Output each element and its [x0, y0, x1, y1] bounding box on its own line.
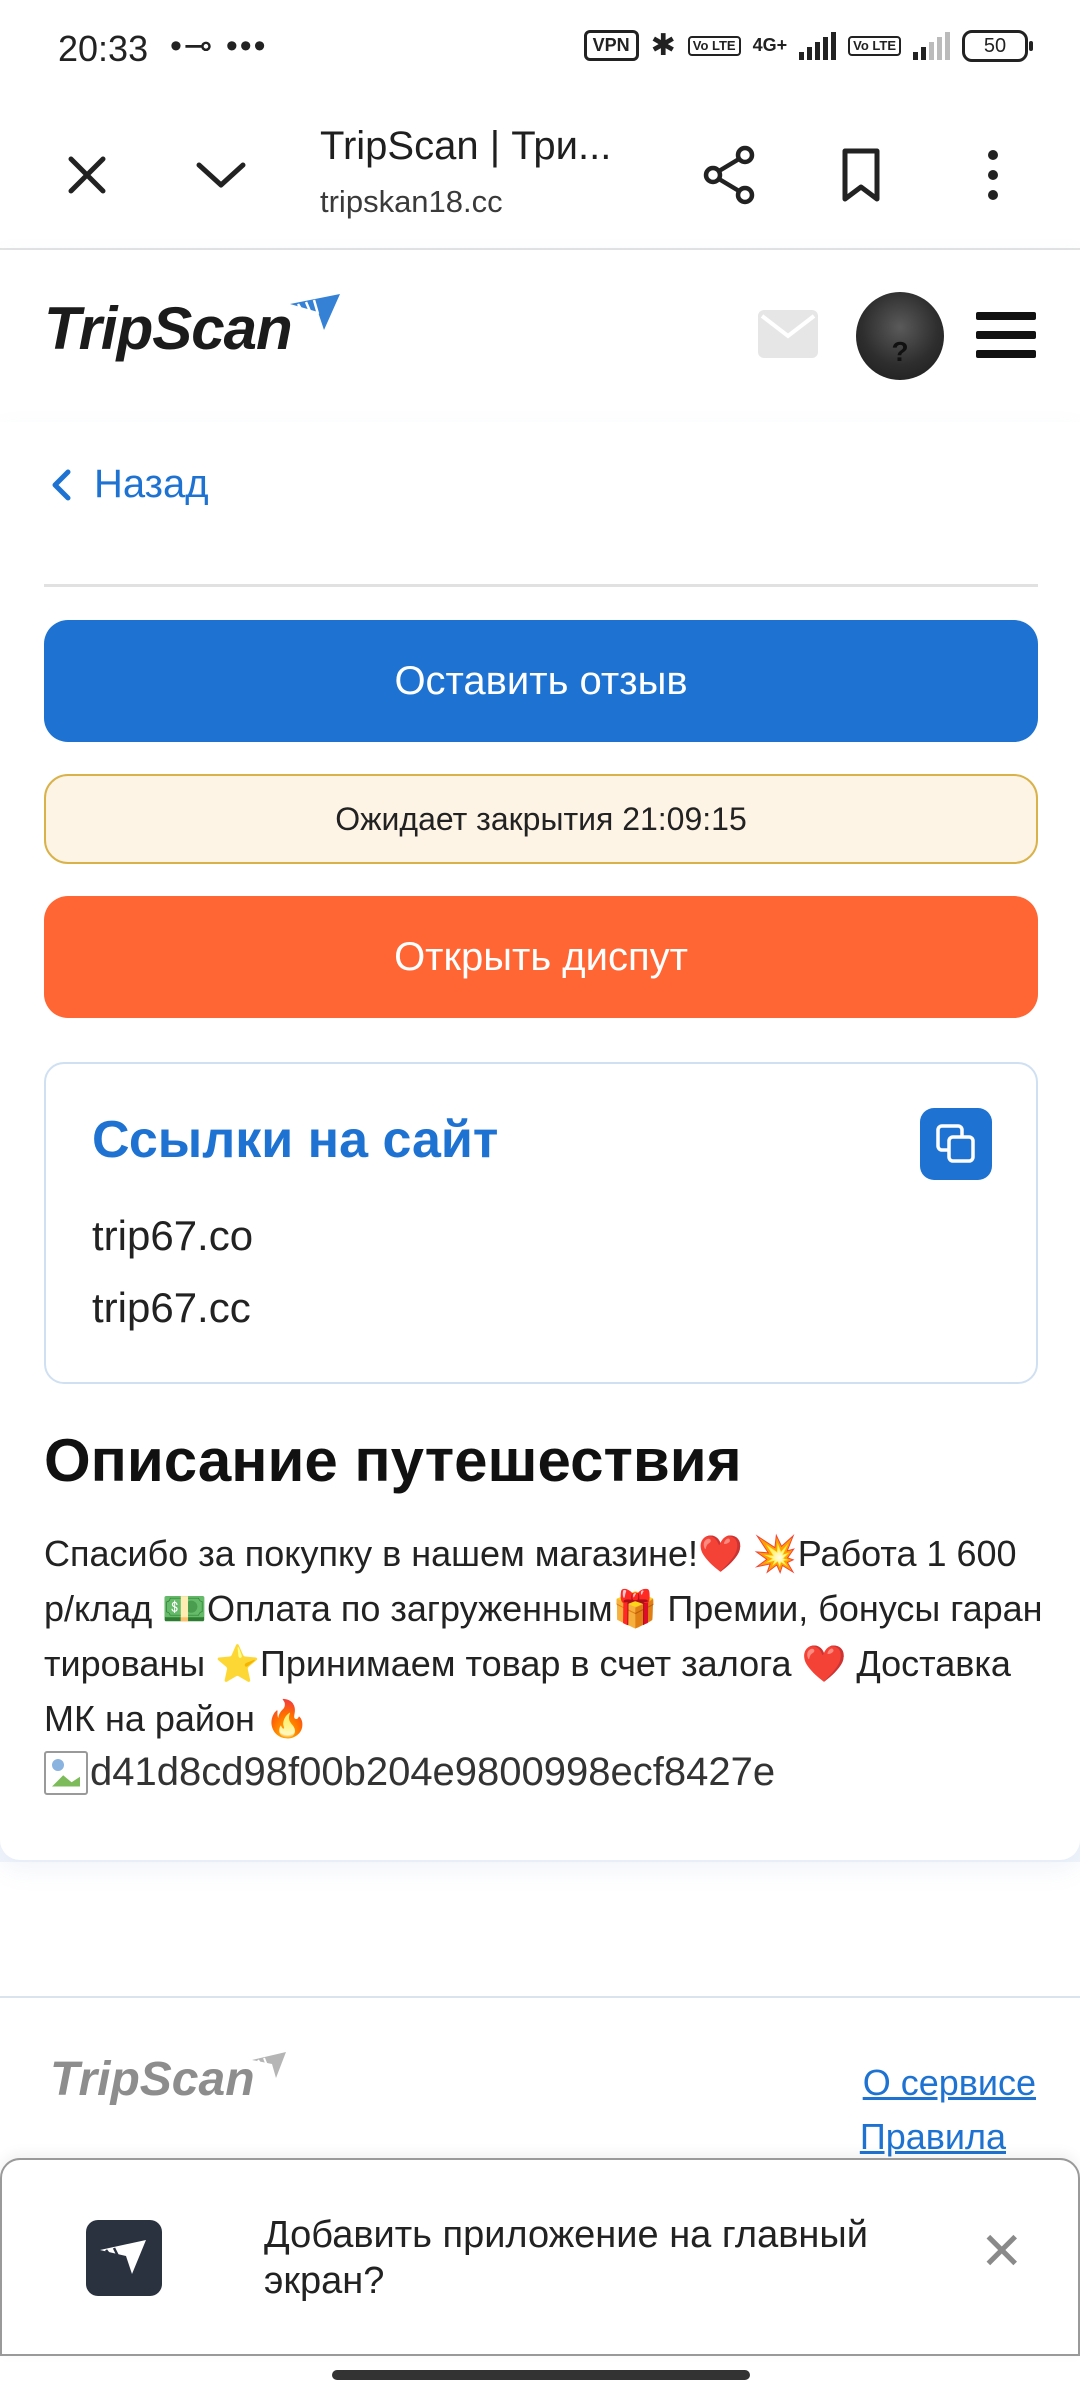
share-icon[interactable]: [694, 140, 764, 210]
site-header: TripScan ?: [0, 250, 1080, 422]
rules-link[interactable]: Правила: [860, 2116, 1006, 2158]
add-to-homescreen-text[interactable]: Добавить приложение на главный экран?: [264, 2212, 904, 2304]
network-type: 4G+: [752, 35, 788, 55]
avatar[interactable]: ?: [856, 292, 944, 380]
site-link-item[interactable]: trip67.cc: [92, 1284, 251, 1332]
page-url[interactable]: tripskan18.cc: [320, 184, 503, 220]
divider: [44, 584, 1038, 587]
about-service-link[interactable]: О сервисе: [863, 2062, 1036, 2104]
site-links-title: Ссылки на сайт: [92, 1111, 499, 1169]
leave-review-button[interactable]: Оставить отзыв: [44, 620, 1038, 742]
bookmark-icon[interactable]: [826, 140, 896, 210]
closing-timer-badge: Ожидает закрытия 21:09:15: [44, 774, 1038, 864]
footer-logo[interactable]: TripScan: [50, 2052, 255, 2107]
broken-image: d41d8cd98f00b204e9800998ecf8427e: [44, 1750, 775, 1795]
mail-icon[interactable]: [758, 310, 818, 358]
chevron-left-icon: [52, 469, 71, 500]
logo-wing-icon: [290, 294, 340, 330]
hamburger-menu-icon[interactable]: [976, 312, 1036, 369]
app-icon: [86, 2220, 162, 2296]
add-to-homescreen-banner: Добавить приложение на главный экран? ✕: [0, 2158, 1080, 2356]
broken-image-alt: d41d8cd98f00b204e9800998ecf8427e: [90, 1750, 776, 1794]
site-link-item[interactable]: trip67.co: [92, 1212, 253, 1260]
site-links-card: Ссылки на сайт trip67.co trip67.cc: [44, 1062, 1038, 1384]
avatar-symbol: ?: [891, 336, 909, 367]
close-tab-icon[interactable]: [52, 140, 122, 210]
bluetooth-icon: ✱: [650, 29, 676, 62]
volte-icon: Vo LTE: [687, 35, 741, 56]
footer-logo-wing-icon: [252, 2052, 286, 2078]
paper-plane-icon: [100, 2240, 146, 2274]
broken-image-icon: [44, 1750, 88, 1795]
gesture-navigation-handle[interactable]: [332, 2370, 750, 2380]
signal-strength-icon-2: [913, 31, 950, 60]
copy-icon: [936, 1124, 975, 1163]
open-dispute-button[interactable]: Открыть диспут: [44, 896, 1038, 1018]
back-link[interactable]: Назад: [50, 462, 209, 507]
browser-toolbar: TripScan | Три... tripskan18.cc: [0, 100, 1080, 250]
back-link-label: Назад: [94, 462, 209, 506]
status-indicators: VPN ✱ Vo LTE 4G+ Vo LTE 50: [583, 28, 1033, 63]
trip-description-text: Спасибо за покупку в нашем магазине!❤️ 💥…: [44, 1533, 1043, 1739]
close-icon[interactable]: ✕: [980, 2226, 1024, 2278]
volte-icon-2: Vo LTE: [848, 35, 901, 56]
vpn-icon: VPN: [583, 30, 639, 61]
battery-icon: 50: [962, 29, 1033, 62]
trip-description-title: Описание путешествия: [44, 1427, 742, 1494]
status-time: 20:33: [58, 28, 149, 69]
chevron-down-icon[interactable]: [186, 140, 256, 210]
copy-button[interactable]: [920, 1108, 992, 1180]
site-logo[interactable]: TripScan: [44, 294, 293, 363]
status-notification-icons: •⊸ •••: [170, 27, 268, 65]
status-bar: 20:33 •⊸ ••• VPN ✱ Vo LTE 4G+ Vo LTE 50: [0, 0, 1080, 100]
page-title: TripScan | Три...: [320, 124, 612, 168]
signal-strength-icon: [799, 31, 837, 60]
more-options-icon[interactable]: [958, 140, 1028, 210]
